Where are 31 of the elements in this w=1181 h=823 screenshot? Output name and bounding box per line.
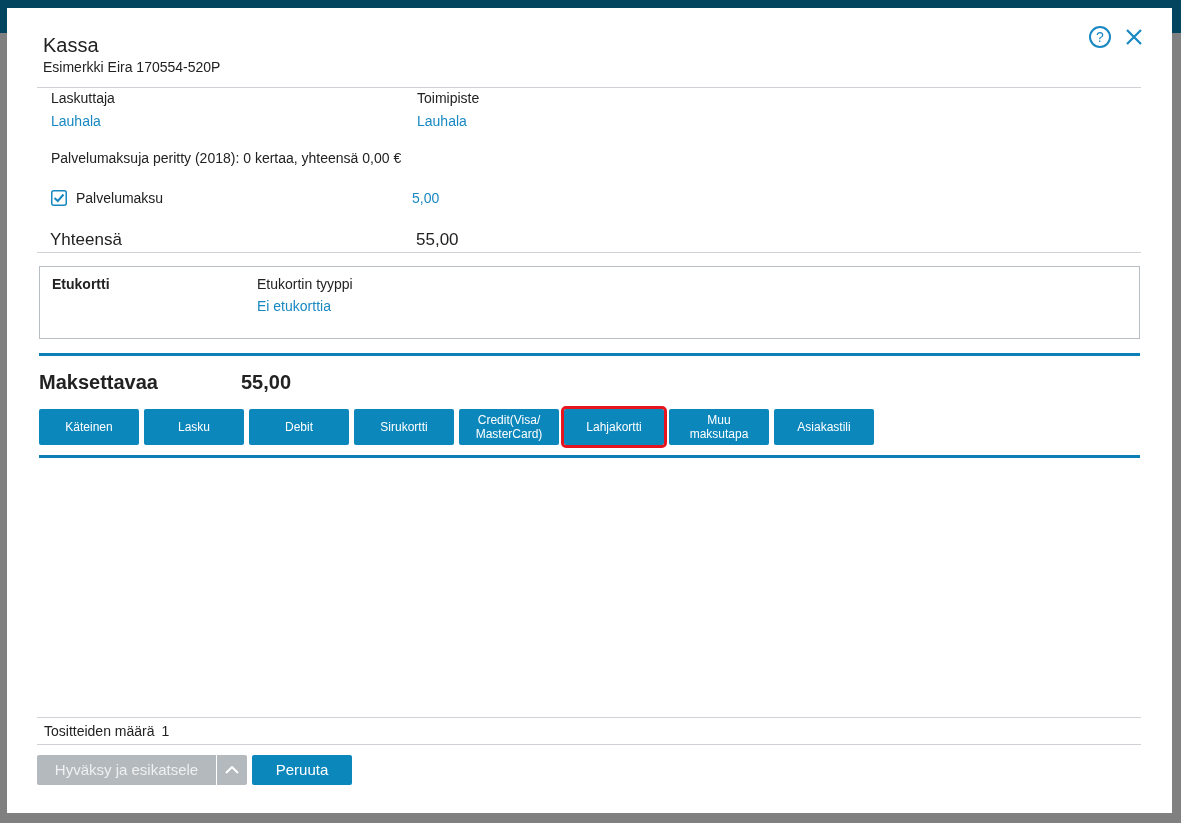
service-fee-amount[interactable]: 5,00 bbox=[412, 188, 1141, 208]
total-value: 55,00 bbox=[416, 229, 460, 251]
field-label: Toimipiste bbox=[417, 89, 481, 108]
total-label: Yhteensä bbox=[50, 229, 123, 251]
cancel-button[interactable]: Peruuta bbox=[252, 755, 352, 785]
field-link[interactable]: Lauhala bbox=[417, 111, 1141, 131]
payment-method-button[interactable]: Käteinen bbox=[39, 409, 139, 445]
field-label: Laskuttaja bbox=[51, 89, 116, 108]
payment-method-button[interactable]: Credit(Visa/ MasterCard) bbox=[459, 409, 559, 445]
benefit-card-type-link[interactable]: Ei etukorttia bbox=[257, 296, 1127, 316]
amount-due-value: 55,00 bbox=[241, 370, 293, 395]
field-link[interactable]: Lauhala bbox=[51, 111, 417, 131]
benefit-card-title: Etukortti bbox=[52, 275, 111, 294]
help-button[interactable]: ? bbox=[1089, 26, 1111, 48]
amount-due-label: Maksettavaa bbox=[39, 370, 159, 395]
payment-method-button[interactable]: Sirukortti bbox=[354, 409, 454, 445]
payment-method-button[interactable]: Lahjakortti bbox=[564, 409, 664, 445]
payment-method-button[interactable]: Lasku bbox=[144, 409, 244, 445]
payment-method-button[interactable]: Asiakastili bbox=[774, 409, 874, 445]
payment-method-button[interactable]: Muu maksutapa bbox=[669, 409, 769, 445]
dialog-subtitle: Esimerkki Eira 170554-520P bbox=[43, 58, 221, 76]
dialog-title: Kassa bbox=[43, 33, 99, 58]
close-icon[interactable] bbox=[1126, 29, 1142, 45]
checkbox[interactable] bbox=[51, 190, 67, 206]
checkbox-label: Palvelumaksu bbox=[76, 189, 164, 208]
chevron-up-icon bbox=[225, 766, 239, 774]
payment-method-button[interactable]: Debit bbox=[249, 409, 349, 445]
benefit-card-type-label: Etukortin tyyppi bbox=[257, 275, 354, 294]
voucher-count-value: 1 bbox=[161, 722, 170, 741]
voucher-count-label: Tositteiden määrä bbox=[44, 722, 155, 741]
service-fee-note: Palvelumaksuja peritty (2018): 0 kertaa, yhteensä 0,00 € bbox=[51, 149, 403, 168]
